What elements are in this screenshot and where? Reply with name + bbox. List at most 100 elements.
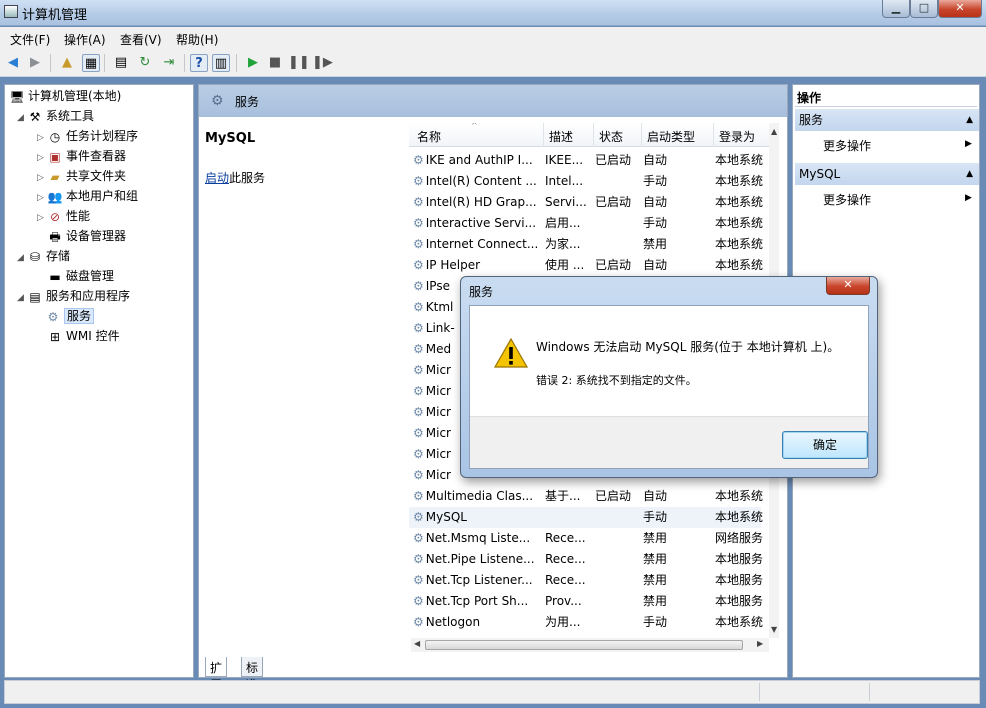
back-arrow-icon[interactable]: ◀ — [4, 54, 22, 72]
column-startup-type[interactable]: 启动类型 — [647, 128, 695, 145]
scroll-left-arrow-icon[interactable]: ◀ — [414, 639, 420, 648]
tree-item-local-users[interactable]: ▷ 👥 本地用户和组 — [37, 186, 138, 206]
close-button[interactable]: ✕ — [938, 0, 982, 18]
service-row[interactable]: ⚙ Netlogon 为用... 手动 本地系统 — [409, 612, 763, 633]
collapse-arrow-icon[interactable]: ◢ — [17, 108, 27, 128]
menu-action[interactable]: 操作(A) — [64, 31, 106, 48]
menu-file[interactable]: 文件(F) — [10, 31, 50, 48]
refresh-icon[interactable]: ↻ — [136, 54, 154, 72]
stop-service-icon[interactable]: ■ — [266, 54, 284, 72]
service-name-text: Micr — [425, 426, 451, 440]
service-gear-icon: ⚙ — [413, 615, 424, 629]
expand-arrow-icon[interactable]: ▷ — [37, 208, 47, 228]
list-header: 名称 ^ 描述 状态 启动类型 登录为 — [409, 123, 779, 147]
horizontal-scrollbar[interactable]: ◀ ▶ — [411, 638, 769, 652]
service-row[interactable]: ⚙ Net.Msmq Liste... Rece... 禁用 网络服务 — [409, 528, 763, 549]
tree-item-event-viewer[interactable]: ▷ ▣ 事件查看器 — [37, 146, 126, 166]
more-actions-services[interactable]: 更多操作 — [823, 137, 871, 154]
cell-status: 已启动 — [595, 195, 632, 209]
column-divider[interactable] — [641, 123, 642, 147]
service-name-text: Interactive Servi... — [425, 216, 537, 230]
collapse-arrow-icon[interactable]: ◢ — [17, 288, 27, 308]
column-status[interactable]: 状态 — [599, 128, 623, 145]
expand-arrow-icon[interactable]: ▷ — [37, 148, 47, 168]
column-log-on-as[interactable]: 登录为 — [719, 128, 755, 145]
actions-section-services[interactable]: 服务 ▲ — [795, 109, 979, 131]
scroll-right-arrow-icon[interactable]: ▶ — [757, 639, 763, 648]
tree-item-computer-management[interactable]: 🖥 计算机管理(本地) — [9, 86, 121, 106]
column-divider[interactable] — [593, 123, 594, 147]
actions-section-mysql[interactable]: MySQL ▲ — [795, 163, 979, 185]
tree-item-performance[interactable]: ▷ ⊘ 性能 — [37, 206, 90, 226]
warning-icon — [494, 338, 528, 368]
cell-log-on-as: 本地系统 — [715, 615, 764, 629]
dialog-close-button[interactable]: ✕ — [826, 277, 870, 295]
tree-item-task-scheduler[interactable]: ▷ ◷ 任务计划程序 — [37, 126, 138, 146]
tab-standard[interactable]: 标准 — [241, 657, 264, 692]
tree-item-wmi-control[interactable]: ⊞ WMI 控件 — [47, 326, 120, 346]
services-apps-icon: ▤ — [29, 289, 41, 304]
column-divider[interactable] — [713, 123, 714, 147]
service-row[interactable]: ⚙ Net.Pipe Listene... Rece... 禁用 本地服务 — [409, 549, 763, 570]
collapse-up-icon[interactable]: ▲ — [966, 109, 973, 131]
service-row[interactable]: ⚙ Internet Connect... 为家... 禁用 本地系统 — [409, 234, 763, 255]
more-actions-mysql[interactable]: 更多操作 — [823, 191, 871, 208]
show-hide-tree-icon[interactable]: ▦ — [82, 54, 100, 72]
start-service-icon[interactable]: ▶ — [244, 54, 262, 72]
expand-arrow-icon[interactable]: ▷ — [37, 168, 47, 188]
minimize-button[interactable]: ▁ — [882, 0, 910, 18]
pause-service-icon[interactable]: ❚❚ — [288, 54, 310, 72]
service-row[interactable]: ⚙ IKE and AuthIP I... IKEE... 已启动 自动 本地系统 — [409, 150, 763, 171]
collapse-up-icon[interactable]: ▲ — [966, 163, 973, 185]
restart-service-icon[interactable]: ❚▶ — [312, 54, 333, 72]
menu-bar: 文件(F) 操作(A) 查看(V) 帮助(H) — [0, 27, 986, 49]
performance-icon: ⊘ — [49, 209, 61, 224]
column-description[interactable]: 描述 — [549, 128, 573, 145]
service-action-text: 启动此服务 — [205, 169, 265, 186]
scroll-thumb[interactable] — [425, 640, 743, 650]
service-gear-icon: ⚙ — [413, 195, 424, 209]
scroll-up-arrow-icon[interactable]: ▲ — [771, 127, 777, 136]
tree-item-shared-folders[interactable]: ▷ ▰ 共享文件夹 — [37, 166, 126, 186]
service-name-text: Micr — [425, 384, 451, 398]
title-bar: 计算机管理 ▁ □ ✕ — [0, 0, 986, 26]
cell-description: IKEE... — [545, 153, 584, 167]
service-row[interactable]: ⚙ Net.Tcp Listener... Rece... 禁用 本地服务 — [409, 570, 763, 591]
menu-view[interactable]: 查看(V) — [120, 31, 162, 48]
forward-arrow-icon[interactable]: ▶ — [26, 54, 44, 72]
up-folder-icon[interactable]: ▲ — [58, 54, 76, 72]
tree-item-system-tools[interactable]: ◢ ⚒ 系统工具 — [17, 106, 94, 126]
cell-startup-type: 手动 — [643, 174, 668, 188]
service-row[interactable]: ⚙ Multimedia Clas... 基于... 已启动 自动 本地系统 — [409, 486, 763, 507]
export-list-icon[interactable]: ⇥ — [160, 54, 178, 72]
menu-help[interactable]: 帮助(H) — [176, 31, 218, 48]
column-divider[interactable] — [543, 123, 544, 147]
service-row[interactable]: ⚙ IP Helper 使用 ... 已启动 自动 本地系统 — [409, 255, 763, 276]
tree-item-services-and-applications[interactable]: ◢ ▤ 服务和应用程序 — [17, 286, 130, 306]
service-row[interactable]: ⚙ MySQL 手动 本地系统 — [409, 507, 763, 528]
expand-arrow-icon[interactable]: ▷ — [37, 188, 47, 208]
properties-icon[interactable]: ▤ — [112, 54, 130, 72]
service-row[interactable]: ⚙ Intel(R) HD Grap... Servi... 已启动 自动 本地系统 — [409, 192, 763, 213]
scroll-down-arrow-icon[interactable]: ▼ — [771, 625, 777, 634]
service-row[interactable]: ⚙ Interactive Servi... 启用... 手动 本地系统 — [409, 213, 763, 234]
service-row[interactable]: ⚙ Intel(R) Content ... Intel... 手动 本地系统 — [409, 171, 763, 192]
tree-item-services[interactable]: ⚙ 服务 — [45, 306, 95, 326]
maximize-button[interactable]: □ — [910, 0, 938, 18]
service-row[interactable]: ⚙ Net.Tcp Port Sh... Prov... 禁用 本地服务 — [409, 591, 763, 612]
tab-extended[interactable]: 扩展 — [205, 657, 228, 692]
show-hide-action-pane-icon[interactable]: ▥ — [212, 54, 230, 72]
sort-ascending-icon: ^ — [471, 123, 478, 130]
tree-item-device-manager[interactable]: 🖶 设备管理器 — [47, 226, 126, 246]
expand-arrow-icon[interactable]: ▷ — [37, 128, 47, 148]
tree-item-storage[interactable]: ◢ ⛁ 存储 — [17, 246, 70, 266]
collapse-arrow-icon[interactable]: ◢ — [17, 248, 27, 268]
service-name-text: Micr — [425, 468, 451, 482]
column-name[interactable]: 名称 — [417, 128, 441, 145]
start-service-link[interactable]: 启动 — [205, 171, 229, 185]
services-header: ⚙ 服务 — [199, 85, 787, 117]
help-icon[interactable]: ? — [190, 54, 208, 72]
cell-log-on-as: 本地服务 — [715, 552, 764, 566]
ok-button[interactable]: 确定 — [782, 431, 868, 459]
tree-item-disk-management[interactable]: ▬ 磁盘管理 — [47, 266, 114, 286]
